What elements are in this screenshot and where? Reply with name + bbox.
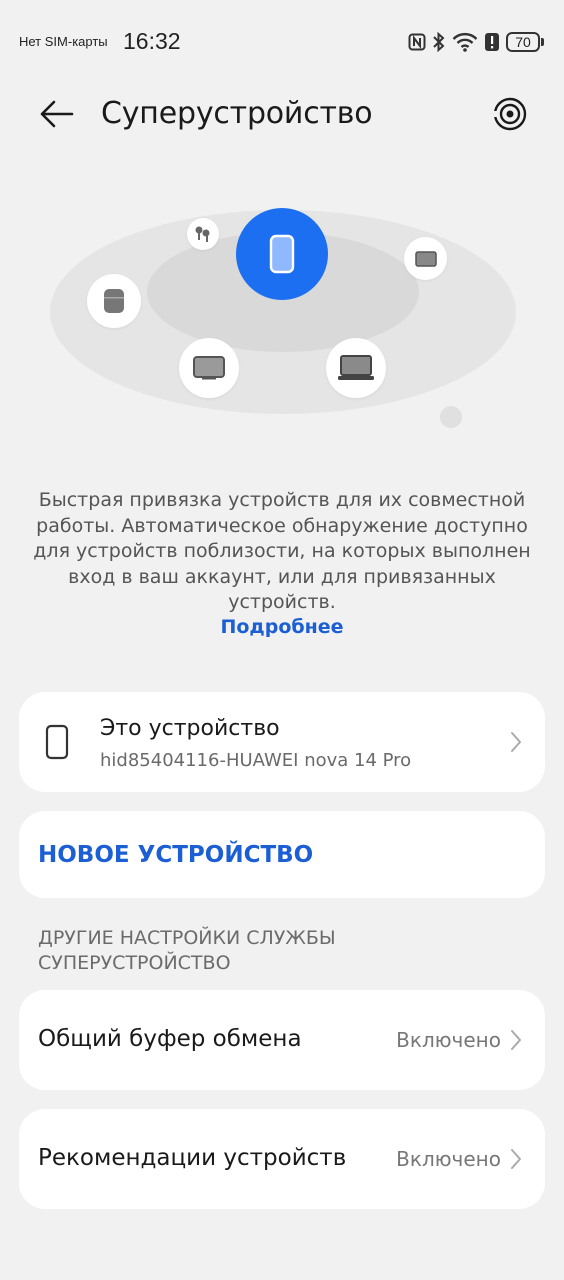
chevron-right-icon <box>509 1147 523 1171</box>
center-phone-node[interactable] <box>236 208 328 300</box>
monitor-icon <box>193 356 225 380</box>
speaker-icon <box>104 289 124 313</box>
device-recommendations-label: Рекомендации устройств <box>38 1145 347 1171</box>
phone-outline-icon <box>45 724 69 764</box>
arrow-left-icon <box>40 100 74 128</box>
page-title: Суперустройство <box>101 96 373 131</box>
earbuds-icon <box>195 226 210 242</box>
superdevice-illustration <box>0 200 564 440</box>
learn-more-link[interactable]: Подробнее <box>0 616 564 638</box>
battery-icon: 70 <box>506 32 544 52</box>
tablet-node[interactable] <box>404 237 447 280</box>
phone-icon <box>269 234 295 274</box>
nfc-icon <box>408 33 426 51</box>
this-device-card[interactable]: Это устройство hid85404116-HUAWEI nova 1… <box>19 692 545 792</box>
other-settings-section-title: ДРУГИЕ НАСТРОЙКИ СЛУЖБЫ СУПЕРУСТРОЙСТВО <box>38 927 336 974</box>
this-device-title: Это устройство <box>100 716 280 741</box>
tablet-icon <box>414 250 437 267</box>
device-recommendations-status: Включено <box>396 1147 501 1171</box>
status-bar: Нет SIM-карты 16:32 70 <box>0 0 564 84</box>
earbuds-node[interactable] <box>187 218 219 250</box>
shared-clipboard-label: Общий буфер обмена <box>38 1026 302 1052</box>
speaker-node[interactable] <box>87 274 141 328</box>
app-header: Суперустройство <box>0 84 564 144</box>
monitor-node[interactable] <box>179 338 239 398</box>
clock: 16:32 <box>123 28 181 54</box>
chevron-right-icon <box>509 1028 523 1052</box>
status-icons: 70 <box>408 30 544 54</box>
radar-icon <box>493 97 527 131</box>
carrier-label: Нет SIM-карты <box>19 34 108 49</box>
new-device-button[interactable]: НОВОЕ УСТРОЙСТВО <box>19 811 545 898</box>
back-button[interactable] <box>34 94 78 134</box>
radar-button[interactable] <box>486 90 534 138</box>
shared-clipboard-status: Включено <box>396 1028 501 1052</box>
laptop-icon <box>338 355 374 380</box>
description-text: Быстрая привязка устройств для их совмес… <box>33 489 531 613</box>
device-recommendations-row[interactable]: Рекомендации устройств Включено <box>19 1109 545 1209</box>
bluetooth-icon <box>432 32 446 52</box>
shared-clipboard-row[interactable]: Общий буфер обмена Включено <box>19 990 545 1090</box>
wifi-icon <box>452 32 478 52</box>
alert-icon <box>484 32 500 52</box>
chevron-right-icon <box>509 730 523 754</box>
this-device-name: hid85404116-HUAWEI nova 14 Pro <box>100 750 412 771</box>
battery-level: 70 <box>506 32 540 52</box>
new-device-label: НОВОЕ УСТРОЙСТВО <box>38 842 314 868</box>
laptop-node[interactable] <box>326 338 386 398</box>
